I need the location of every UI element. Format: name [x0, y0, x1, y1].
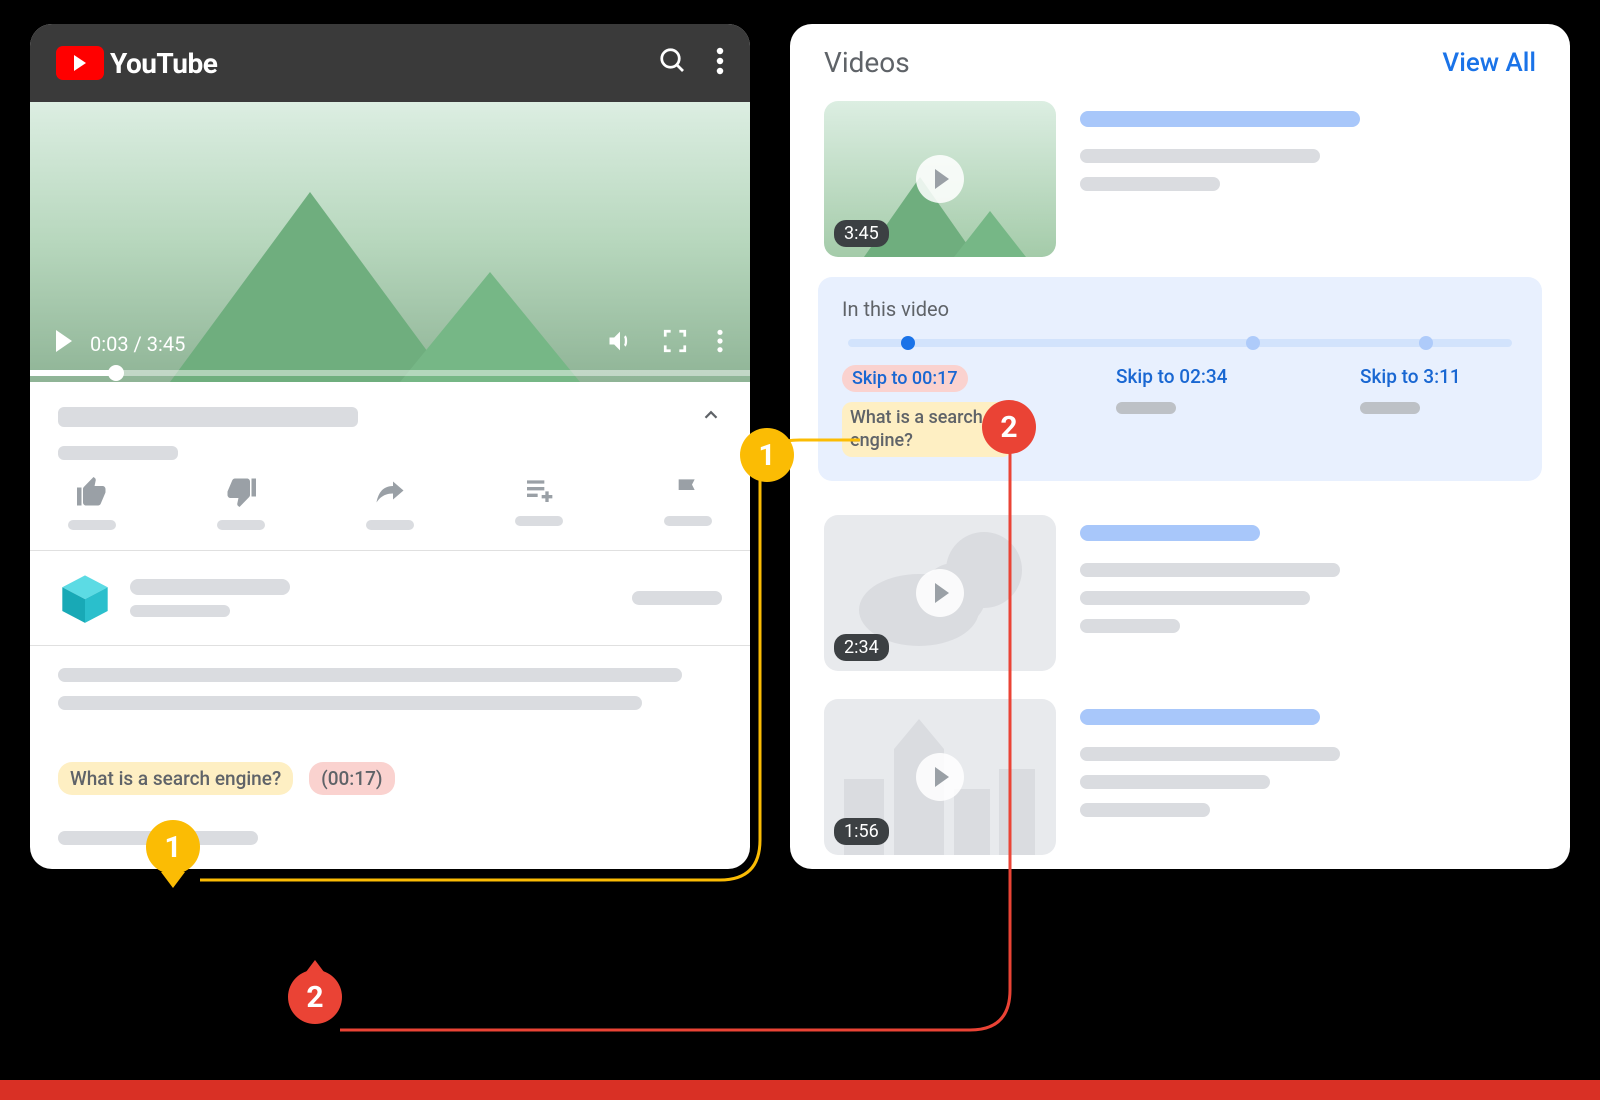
volume-icon[interactable] — [606, 327, 634, 360]
youtube-logo[interactable]: YouTube — [56, 46, 217, 80]
youtube-panel: YouTube 0:03 / 3:45 — [30, 24, 750, 869]
dislike-button[interactable] — [217, 474, 265, 530]
report-button[interactable] — [664, 474, 712, 530]
youtube-play-icon — [56, 46, 104, 80]
result-title-placeholder — [1080, 111, 1360, 127]
save-button[interactable] — [515, 474, 563, 530]
video-result[interactable]: 2:34 — [790, 501, 1570, 685]
duration-badge: 3:45 — [834, 220, 889, 247]
play-icon — [916, 155, 964, 203]
video-result[interactable]: 3:45 — [790, 87, 1570, 271]
video-title-area — [30, 382, 750, 460]
video-thumbnail[interactable]: 3:45 — [824, 101, 1056, 257]
callout-badge-2-right: 2 — [982, 400, 1036, 454]
video-subtitle-placeholder — [58, 446, 178, 460]
duration-badge: 2:34 — [834, 634, 889, 661]
key-moments-box: In this video Skip to 00:17 What is a se… — [818, 277, 1542, 481]
video-title-placeholder — [58, 407, 358, 427]
like-button[interactable] — [68, 474, 116, 530]
chapter-timestamp-pill[interactable]: (00:17) — [309, 762, 394, 795]
search-icon[interactable] — [658, 46, 688, 80]
thumbs-down-icon — [223, 474, 259, 510]
video-player[interactable]: 0:03 / 3:45 — [30, 102, 750, 382]
key-moments-heading: In this video — [842, 297, 1518, 321]
playlist-add-icon — [523, 474, 555, 506]
video-thumbnail[interactable]: 2:34 — [824, 515, 1056, 671]
callout-badge-1-right: 1 — [740, 428, 794, 482]
callout-badge-1-left: 1 — [146, 820, 200, 874]
callout-badge-2-left: 2 — [288, 970, 342, 1024]
video-progress[interactable] — [30, 370, 750, 376]
play-button[interactable] — [56, 330, 72, 357]
key-moment-skip[interactable]: Skip to 00:17 — [842, 365, 968, 392]
video-result[interactable]: 1:56 — [790, 685, 1570, 869]
key-moment-skip[interactable]: Skip to 02:34 — [1116, 365, 1227, 388]
play-icon — [916, 753, 964, 801]
view-all-link[interactable]: View All — [1442, 48, 1536, 78]
youtube-brand-text: YouTube — [110, 47, 217, 80]
channel-row[interactable] — [30, 551, 750, 646]
key-moment-skip[interactable]: Skip to 3:11 — [1360, 365, 1461, 388]
youtube-header: YouTube — [30, 24, 750, 102]
flag-icon — [672, 474, 704, 506]
share-icon — [372, 474, 408, 510]
key-moments-track[interactable] — [848, 339, 1512, 347]
result-title-placeholder — [1080, 709, 1320, 725]
video-controls: 0:03 / 3:45 — [30, 327, 750, 360]
fullscreen-icon[interactable] — [662, 328, 688, 359]
video-thumbnail[interactable]: 1:56 — [824, 699, 1056, 855]
player-more-icon[interactable] — [716, 328, 724, 359]
video-actions — [30, 460, 750, 551]
video-time-display: 0:03 / 3:45 — [90, 332, 185, 356]
section-heading: Videos — [824, 46, 910, 79]
description-block: What is a search engine? (00:17) — [30, 646, 750, 867]
search-results-panel: Videos View All 3:45 In this video — [790, 24, 1570, 869]
subscribe-placeholder[interactable] — [632, 591, 722, 605]
channel-name-placeholder — [130, 579, 290, 595]
collapse-icon[interactable] — [700, 404, 722, 430]
chapter-title-pill[interactable]: What is a search engine? — [58, 762, 293, 795]
share-button[interactable] — [366, 474, 414, 530]
key-moment-item[interactable]: Skip to 02:34 — [1116, 365, 1256, 457]
thumbs-up-icon — [74, 474, 110, 510]
footer-accent — [0, 1080, 1600, 1100]
result-title-placeholder — [1080, 525, 1260, 541]
channel-subs-placeholder — [130, 605, 230, 617]
channel-avatar-icon — [58, 571, 112, 625]
key-moment-item[interactable]: Skip to 3:11 — [1360, 365, 1500, 457]
duration-badge: 1:56 — [834, 818, 889, 845]
callout-tail — [161, 872, 185, 888]
play-icon — [916, 569, 964, 617]
more-icon[interactable] — [716, 46, 724, 80]
